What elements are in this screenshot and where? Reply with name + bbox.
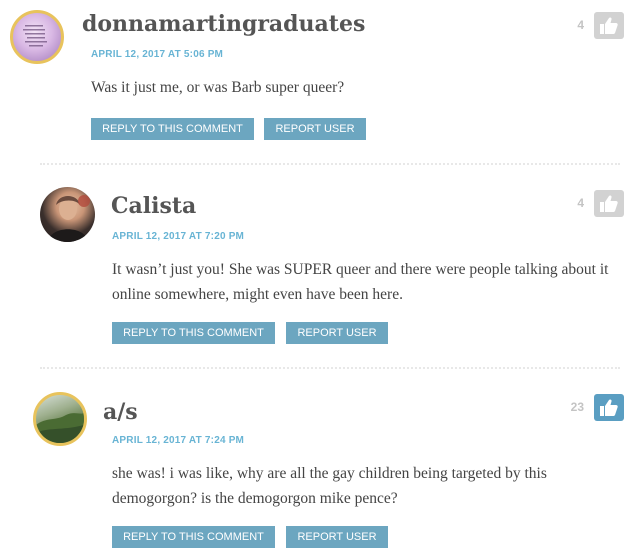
comment-date: APRIL 12, 2017 AT 7:24 PM [112,435,245,446]
report-user-button[interactable]: REPORT USER [264,118,366,140]
thumbs-up-icon [600,195,618,212]
comment-date: APRIL 12, 2017 AT 7:20 PM [112,231,245,242]
comment-date: APRIL 12, 2017 AT 5:06 PM [91,49,224,60]
thumbs-up-icon [600,399,618,416]
avatar[interactable] [40,187,95,242]
reply-button[interactable]: REPLY TO THIS COMMENT [91,118,254,140]
avatar[interactable] [33,392,87,446]
like-count: 4 [577,196,584,210]
like-count: 23 [570,400,584,414]
author-name: a/s [103,399,138,425]
divider [40,163,620,165]
like-button[interactable] [594,12,624,39]
comment-text: Was it just me, or was Barb super queer? [91,79,345,96]
thumbs-up-icon [600,17,618,34]
divider [40,367,620,369]
author-name: donnamartingraduates [82,11,366,37]
avatar[interactable] [10,10,64,64]
reply-button[interactable]: REPLY TO THIS COMMENT [112,322,275,344]
comment-text: It wasn’t just you! She was SUPER queer … [112,261,609,303]
like-count: 4 [577,18,584,32]
report-user-button[interactable]: REPORT USER [286,322,388,344]
like-button[interactable] [594,394,624,421]
report-user-button[interactable]: REPORT USER [286,526,388,548]
author-name: Calista [111,193,197,219]
like-button[interactable] [594,190,624,217]
comment-text: she was! i was like, why are all the gay… [112,465,547,507]
reply-button[interactable]: REPLY TO THIS COMMENT [112,526,275,548]
